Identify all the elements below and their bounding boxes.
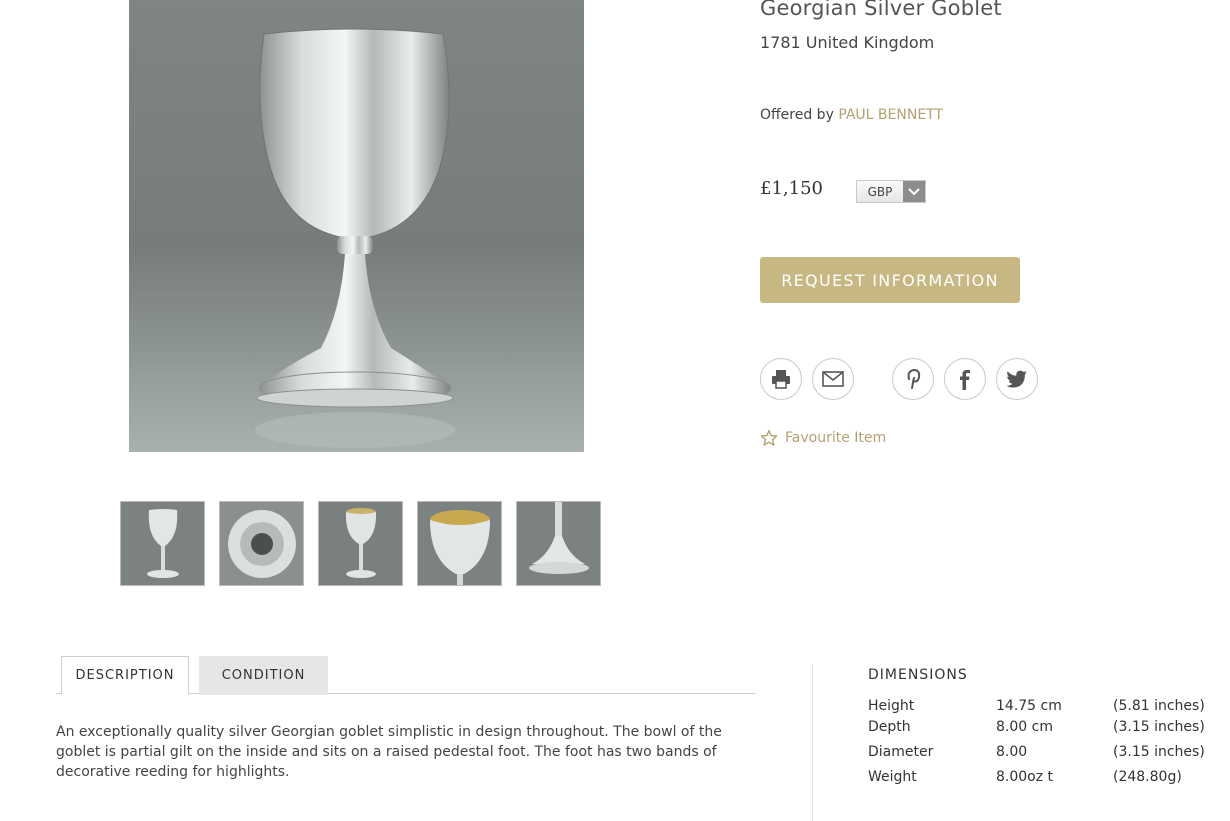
dimension-imperial: (248.80g) — [1113, 769, 1182, 785]
dealer-link[interactable]: PAUL BENNETT — [838, 107, 943, 123]
dimension-row-height: Height 14.75 cm (5.81 inches) — [868, 698, 1208, 718]
dimension-metric: 8.00 — [996, 744, 1028, 760]
twitter-button[interactable] — [996, 358, 1038, 400]
thumbnail-4[interactable] — [417, 501, 502, 586]
product-price: £1,150 — [760, 178, 823, 199]
tab-condition[interactable]: CONDITION — [199, 656, 328, 695]
dimension-imperial: (3.15 inches) — [1113, 719, 1205, 735]
dimension-metric: 8.00oz t — [996, 769, 1054, 785]
currency-select[interactable]: GBP — [856, 180, 926, 203]
offered-by-label: Offered by — [760, 107, 834, 123]
thumbnail-5[interactable] — [516, 501, 601, 586]
dimensions-title: DIMENSIONS — [868, 667, 968, 683]
product-title: Georgian Silver Goblet — [760, 0, 1002, 20]
dimension-imperial: (5.81 inches) — [1113, 698, 1205, 714]
product-subtitle: 1781 United Kingdom — [760, 33, 935, 52]
print-button[interactable] — [760, 358, 802, 400]
favourite-item-link[interactable]: Favourite Item — [760, 429, 886, 447]
dimension-label: Diameter — [868, 744, 934, 760]
goblet-photo — [255, 28, 455, 448]
dimension-row-depth: Depth 8.00 cm (3.15 inches) — [868, 719, 1208, 739]
offered-by: Offered by PAUL BENNETT — [760, 107, 943, 123]
twitter-icon — [1006, 370, 1027, 388]
tab-description[interactable]: DESCRIPTION — [61, 656, 189, 695]
description-text: An exceptionally quality silver Georgian… — [56, 724, 722, 780]
dimension-row-diameter: Diameter 8.00 (3.15 inches) — [868, 744, 1208, 764]
main-product-image[interactable] — [129, 0, 584, 452]
facebook-button[interactable] — [944, 358, 986, 400]
dimension-metric: 8.00 cm — [996, 719, 1053, 735]
column-divider — [812, 664, 813, 821]
thumbnail-1[interactable] — [120, 501, 205, 586]
thumbnail-2[interactable] — [219, 501, 304, 586]
pinterest-button[interactable] — [892, 358, 934, 400]
pinterest-icon — [907, 368, 921, 389]
facebook-icon — [960, 370, 970, 390]
dimension-label: Height — [868, 698, 915, 714]
chevron-down-icon — [903, 181, 925, 202]
favourite-label: Favourite Item — [785, 430, 887, 446]
email-button[interactable] — [812, 358, 854, 400]
dimension-row-weight: Weight 8.00oz t (248.80g) — [868, 769, 1208, 789]
dimension-label: Weight — [868, 769, 917, 785]
star-icon — [760, 429, 778, 446]
dimension-label: Depth — [868, 719, 911, 735]
dimension-imperial: (3.15 inches) — [1113, 744, 1205, 760]
dimension-metric: 14.75 cm — [996, 698, 1062, 714]
thumbnail-3[interactable] — [318, 501, 403, 586]
request-information-button[interactable]: REQUEST INFORMATION — [760, 257, 1020, 303]
thumbnail-strip — [120, 501, 601, 586]
currency-value: GBP — [867, 184, 893, 199]
email-icon — [822, 371, 844, 387]
print-icon — [772, 370, 790, 389]
